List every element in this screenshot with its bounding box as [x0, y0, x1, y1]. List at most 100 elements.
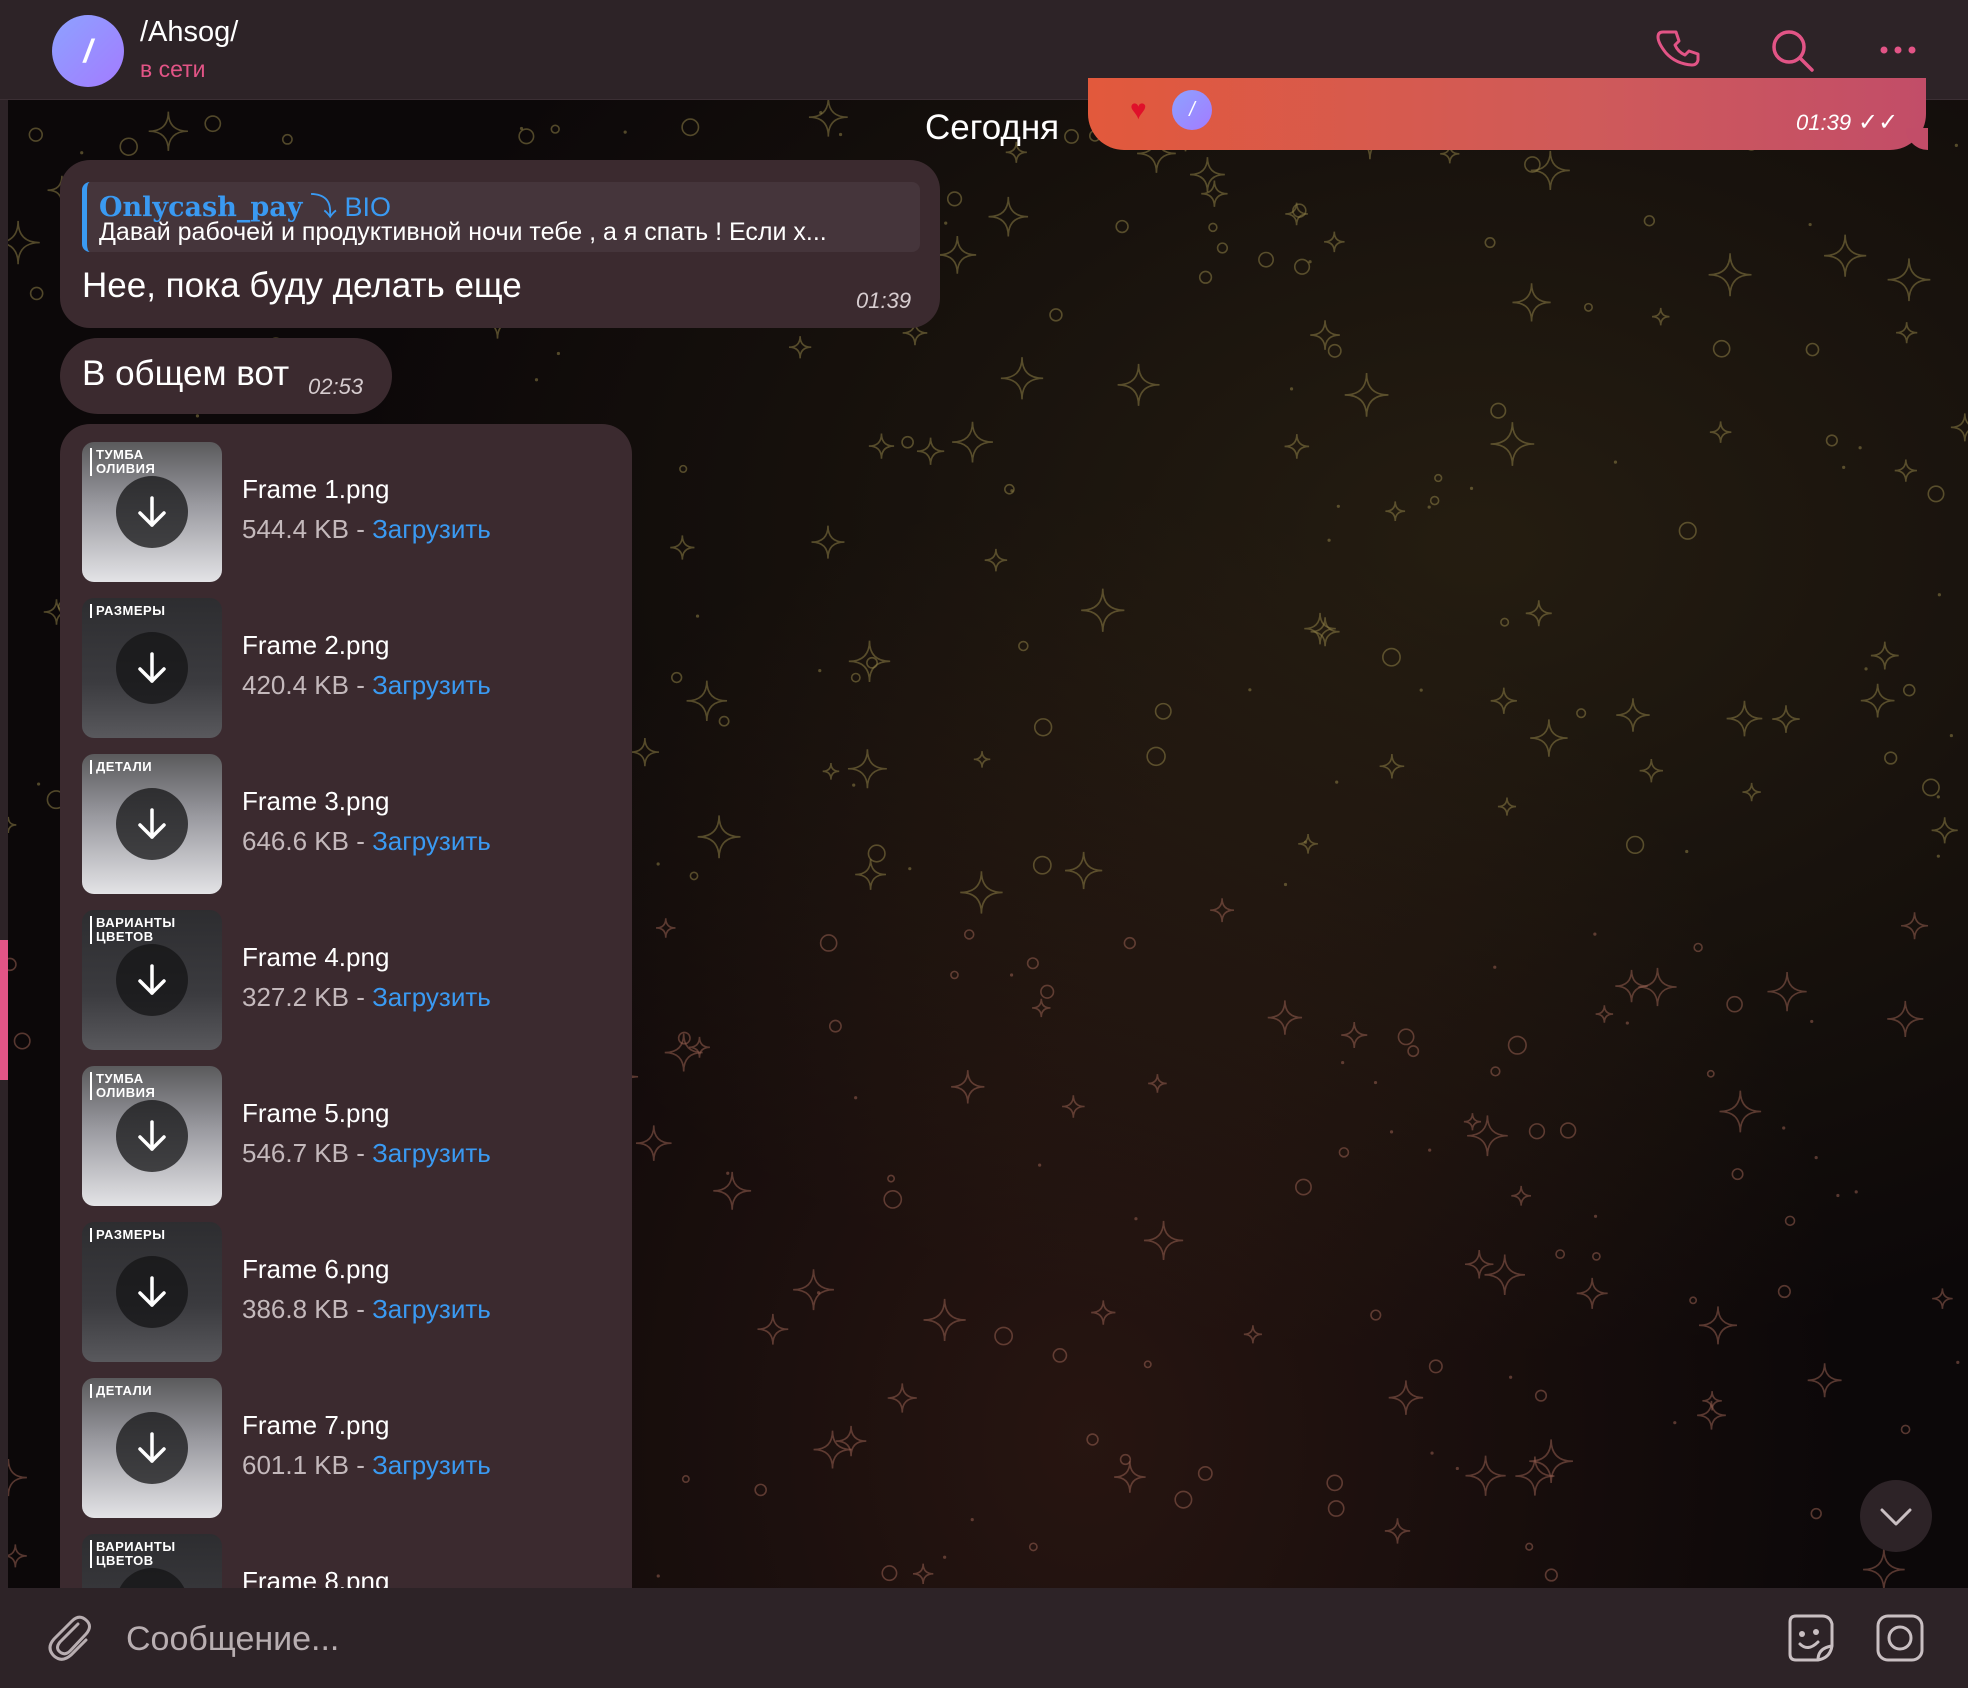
- file-thumbnail[interactable]: ДЕТАЛИ: [82, 1378, 222, 1518]
- file-item[interactable]: ВАРИАНТЫ ЦВЕТОВ Frame 4.png 327.2 KB - Заг…: [82, 910, 622, 1050]
- contact-name[interactable]: /Ahsog/: [140, 16, 238, 49]
- file-name[interactable]: Frame 7.png: [242, 1410, 389, 1441]
- file-item[interactable]: РАЗМЕРЫ Frame 2.png 420.4 KB - Загрузить: [82, 598, 622, 738]
- doodle-shape: [1515, 1456, 1555, 1496]
- message-time: 01:39: [856, 288, 912, 313]
- doodle-shape: [681, 1475, 690, 1484]
- file-name[interactable]: Frame 1.png: [242, 474, 389, 505]
- file-item[interactable]: ДЕТАЛИ Frame 7.png 601.1 KB - Загрузить: [82, 1378, 622, 1518]
- doodle-shape: [754, 1483, 767, 1497]
- doodle-shape: [681, 118, 700, 137]
- incoming-files-message[interactable]: ТУМБА ОЛИВИЯ Frame 1.png 544.4 KB - Загруз…: [60, 424, 632, 1674]
- thumbnail-label: ТУМБА ОЛИВИЯ: [90, 448, 206, 476]
- file-size: 546.7 KB: [242, 1138, 349, 1168]
- file-item[interactable]: ТУМБА ОЛИВИЯ Frame 1.png 544.4 KB - Загруз…: [82, 442, 622, 582]
- incoming-message-short[interactable]: В общем вот 02:53: [60, 338, 392, 414]
- file-item[interactable]: ТУМБА ОЛИВИЯ Frame 5.png 546.7 KB - Загруз…: [82, 1066, 622, 1206]
- doodle-shape: [1555, 1249, 1566, 1260]
- file-meta: 601.1 KB - Загрузить: [242, 1450, 491, 1481]
- doodle-shape: [1338, 1147, 1350, 1158]
- doodle-shape: [1742, 782, 1761, 802]
- camera-icon[interactable]: [1870, 1608, 1930, 1668]
- doodle-shape: [1065, 851, 1103, 890]
- file-thumbnail[interactable]: РАЗМЕРЫ: [82, 1222, 222, 1362]
- download-link[interactable]: Загрузить: [372, 982, 491, 1012]
- download-button[interactable]: [116, 1100, 188, 1172]
- doodle-shape: [848, 640, 891, 682]
- scroll-down-button[interactable]: [1860, 1480, 1932, 1552]
- doodle-shape: [1258, 251, 1274, 268]
- doodle-shape: [1295, 1178, 1312, 1196]
- reply-quote[interactable]: Onlycash_pay ⤵ BIO Давай рабочей и проду…: [82, 182, 920, 252]
- file-item[interactable]: ДЕТАЛИ Frame 3.png 646.6 KB - Загрузить: [82, 754, 622, 894]
- doodle-shape: [1864, 667, 1868, 671]
- doodle-shape: [1389, 1130, 1394, 1134]
- thumbnail-label: ТУМБА ОЛИВИЯ: [90, 1072, 206, 1100]
- file-thumbnail[interactable]: ТУМБА ОЛИВИЯ: [82, 1066, 222, 1206]
- file-name[interactable]: Frame 4.png: [242, 942, 389, 973]
- date-separator: Сегодня: [925, 108, 1060, 147]
- doodle-shape: [1493, 965, 1497, 969]
- more-button[interactable]: [1870, 22, 1926, 78]
- download-arrow-icon: [138, 652, 166, 683]
- doodle-shape: [1805, 342, 1820, 357]
- doodle-shape: [1726, 995, 1743, 1013]
- download-button[interactable]: [116, 476, 188, 548]
- chevron-down-icon: [1880, 1508, 1912, 1526]
- download-link[interactable]: Загрузить: [372, 826, 491, 856]
- doodle-shape: [1026, 957, 1039, 970]
- download-button[interactable]: [116, 1256, 188, 1328]
- file-thumbnail[interactable]: РАЗМЕРЫ: [82, 598, 222, 738]
- thumbnail-label: РАЗМЕРЫ: [90, 604, 206, 618]
- file-name[interactable]: Frame 5.png: [242, 1098, 389, 1129]
- call-button[interactable]: [1652, 22, 1708, 78]
- download-button[interactable]: [116, 1412, 188, 1484]
- doodle-shape: [828, 1019, 842, 1033]
- doodle-shape: [1174, 1490, 1193, 1509]
- doodle-shape: [1293, 258, 1311, 275]
- doodle-shape: [1693, 942, 1703, 953]
- doodle-shape: [1954, 143, 1958, 147]
- download-arrow-icon: [138, 808, 166, 839]
- incoming-message-reply[interactable]: Onlycash_pay ⤵ BIO Давай рабочей и проду…: [60, 160, 940, 328]
- download-link[interactable]: Загрузить: [372, 1138, 491, 1168]
- doodle-shape: [1190, 157, 1225, 193]
- doodle-shape: [1397, 1028, 1415, 1046]
- file-name[interactable]: Frame 3.png: [242, 786, 389, 817]
- doodle-shape: [518, 128, 535, 145]
- file-thumbnail[interactable]: ВАРИАНТЫ ЦВЕТОВ: [82, 910, 222, 1050]
- more-icon: [1880, 46, 1916, 54]
- download-button[interactable]: [116, 944, 188, 1016]
- sticker-icon[interactable]: [1780, 1608, 1840, 1668]
- doodle-shape: [656, 1574, 660, 1578]
- search-button[interactable]: [1764, 22, 1820, 78]
- download-arrow-icon: [138, 1276, 166, 1307]
- download-button[interactable]: [116, 632, 188, 704]
- doodle-shape: [1902, 683, 1916, 697]
- doodle-shape: [1697, 1400, 1726, 1430]
- doodle-shape: [984, 548, 1008, 572]
- doodle-shape: [793, 1269, 834, 1311]
- doodle-shape: [1887, 258, 1931, 302]
- paperclip-icon[interactable]: [42, 1610, 98, 1666]
- contact-avatar[interactable]: /: [52, 15, 124, 87]
- message-input[interactable]: [124, 1606, 1728, 1672]
- file-thumbnail[interactable]: ТУМБА ОЛИВИЯ: [82, 442, 222, 582]
- doodle-shape: [119, 137, 138, 156]
- download-link[interactable]: Загрузить: [372, 1294, 491, 1324]
- download-link[interactable]: Загрузить: [372, 514, 491, 544]
- doodle-shape: [1428, 1359, 1443, 1374]
- heart-reaction-icon[interactable]: ♥: [1130, 94, 1147, 126]
- file-item[interactable]: РАЗМЕРЫ Frame 6.png 386.8 KB - Загрузить: [82, 1222, 622, 1362]
- file-name[interactable]: Frame 6.png: [242, 1254, 389, 1285]
- file-thumbnail[interactable]: ДЕТАЛИ: [82, 754, 222, 894]
- download-link[interactable]: Загрузить: [372, 1450, 491, 1480]
- doodle-shape: [8, 816, 17, 834]
- file-name[interactable]: Frame 2.png: [242, 630, 389, 661]
- doodle-shape: [908, 867, 912, 871]
- doodle-shape: [1208, 222, 1218, 233]
- doodle-shape: [1525, 1542, 1534, 1551]
- download-link[interactable]: Загрузить: [372, 670, 491, 700]
- download-button[interactable]: [116, 788, 188, 860]
- doodle-shape: [1198, 270, 1213, 284]
